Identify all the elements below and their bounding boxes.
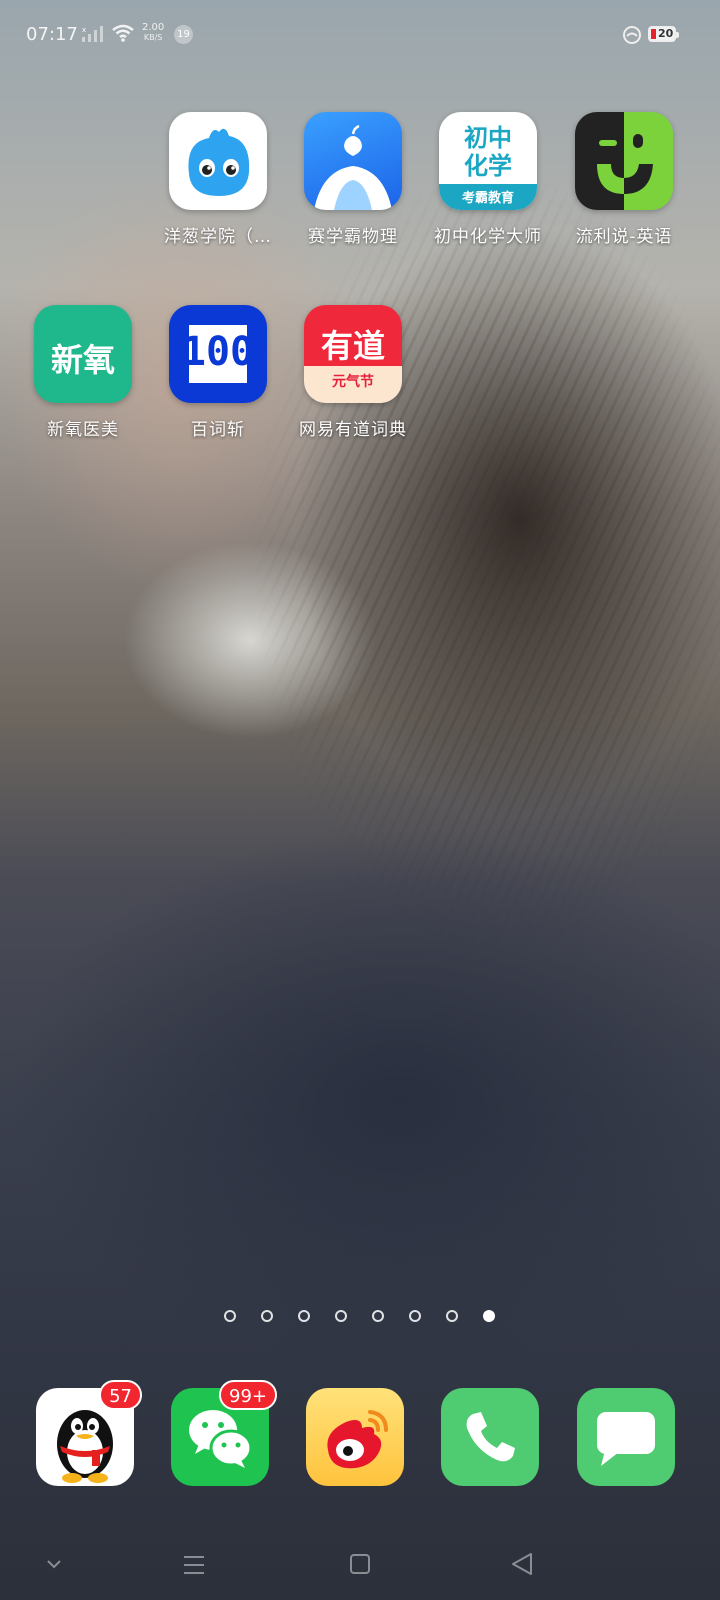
app-chemistry[interactable]: 初中 化学 考霸教育 初中化学大师 — [420, 112, 556, 247]
icon-text: 考霸教育 — [461, 191, 514, 206]
page-dot[interactable] — [224, 1310, 236, 1322]
home-icon[interactable] — [340, 1550, 380, 1580]
smiley-face-icon — [575, 112, 673, 210]
page-dot[interactable] — [409, 1310, 421, 1322]
message-icon — [577, 1388, 675, 1486]
icon-text: 元气节 — [332, 374, 374, 390]
svg-text:x: x — [82, 26, 86, 34]
onion-mascot-icon — [169, 112, 267, 210]
status-bar: 07:17 x 2.00 KB/S 19 20 — [0, 0, 720, 70]
app-label: 洋葱学院（… — [164, 227, 272, 247]
baicizhan-icon: 100 — [169, 305, 267, 403]
app-label: 初中化学大师 — [434, 227, 542, 247]
dock-app-wechat[interactable]: 99+ — [171, 1380, 277, 1486]
icon-text: 化学 — [464, 152, 512, 180]
icon-text: 有道 — [320, 327, 385, 365]
navigation-bar — [0, 1530, 720, 1600]
icon-text: 100 — [181, 329, 255, 375]
soyoung-icon: 新氧 — [34, 305, 132, 403]
net-speed-value: 2.00 — [142, 22, 165, 33]
battery-fill — [651, 29, 656, 39]
eye-comfort-icon — [623, 26, 641, 44]
page-dot[interactable] — [298, 1310, 310, 1322]
chemistry-icon: 初中 化学 考霸教育 — [439, 112, 537, 210]
battery-level: 20 — [658, 27, 674, 40]
dock-app-messages[interactable] — [577, 1388, 675, 1486]
app-label: 流利说-英语 — [575, 227, 673, 247]
app-label: 新氧医美 — [47, 420, 119, 440]
app-youdao[interactable]: 有道 元气节 网易有道词典 — [285, 305, 421, 440]
physics-apple-icon — [304, 112, 402, 210]
unread-badge: 57 — [99, 1380, 142, 1410]
youdao-icon: 有道 元气节 — [304, 305, 402, 403]
battery-icon: 20 — [648, 26, 679, 42]
weibo-icon — [306, 1388, 404, 1486]
app-label: 百词斩 — [191, 420, 245, 440]
page-dot-active[interactable] — [483, 1310, 495, 1322]
dock-app-weibo[interactable] — [306, 1388, 404, 1486]
network-speed: 2.00 KB/S — [142, 23, 164, 43]
page-dot[interactable] — [335, 1310, 347, 1322]
app-baicizhan[interactable]: 100 百词斩 — [150, 305, 286, 440]
app-physics[interactable]: 赛学霸物理 — [285, 112, 421, 247]
collapse-nav-icon[interactable] — [34, 1550, 74, 1580]
wifi-icon — [112, 24, 134, 42]
back-icon[interactable] — [503, 1550, 543, 1580]
app-liulishuo[interactable]: 流利说-英语 — [556, 112, 692, 247]
icon-text: 新氧 — [50, 341, 115, 379]
notification-count-badge: 19 — [174, 25, 193, 44]
app-soyoung[interactable]: 新氧 新氧医美 — [15, 305, 151, 440]
dock-app-qq[interactable]: 57 — [36, 1380, 142, 1486]
dock-app-phone[interactable] — [441, 1388, 539, 1486]
app-label: 赛学霸物理 — [308, 227, 398, 247]
unread-badge: 99+ — [219, 1380, 277, 1410]
page-dot[interactable] — [261, 1310, 273, 1322]
page-dot[interactable] — [372, 1310, 384, 1322]
app-label: 网易有道词典 — [299, 420, 407, 440]
status-time: 07:17 — [26, 24, 78, 45]
page-indicator — [0, 1310, 720, 1330]
app-onion-academy[interactable]: 洋葱学院（… — [150, 112, 286, 247]
net-speed-unit: KB/S — [143, 33, 163, 42]
signal-icon: x — [82, 26, 103, 42]
menu-icon[interactable] — [174, 1550, 214, 1580]
page-dot[interactable] — [446, 1310, 458, 1322]
phone-icon — [441, 1388, 539, 1486]
